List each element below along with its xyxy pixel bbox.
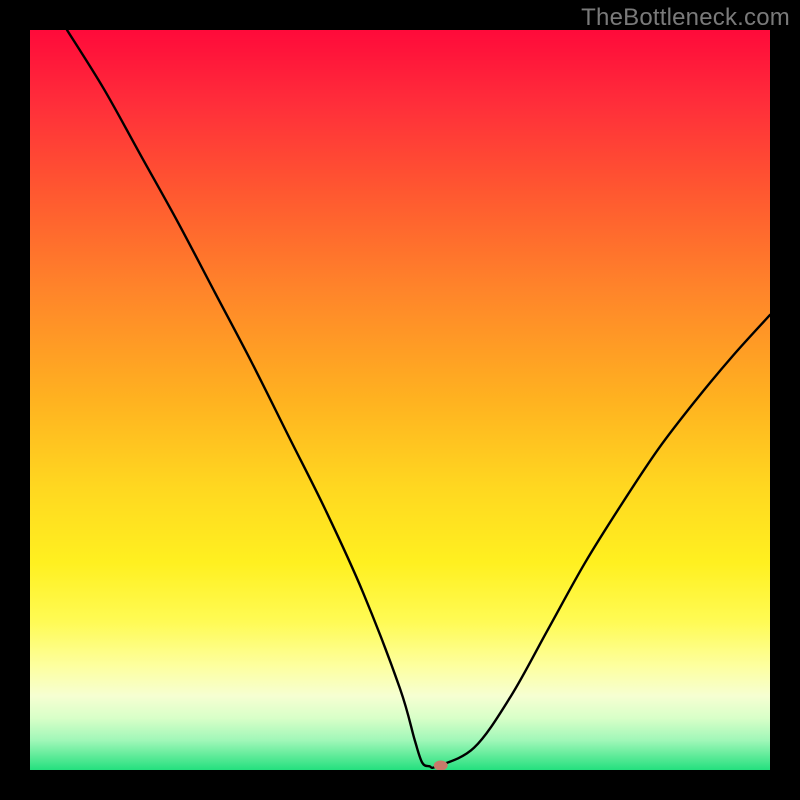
chart-svg [30, 30, 770, 770]
bottleneck-curve [67, 30, 770, 768]
watermark-text: TheBottleneck.com [581, 4, 790, 32]
minimum-marker [434, 761, 448, 770]
chart-frame: TheBottleneck.com [0, 0, 800, 800]
plot-area [30, 30, 770, 770]
